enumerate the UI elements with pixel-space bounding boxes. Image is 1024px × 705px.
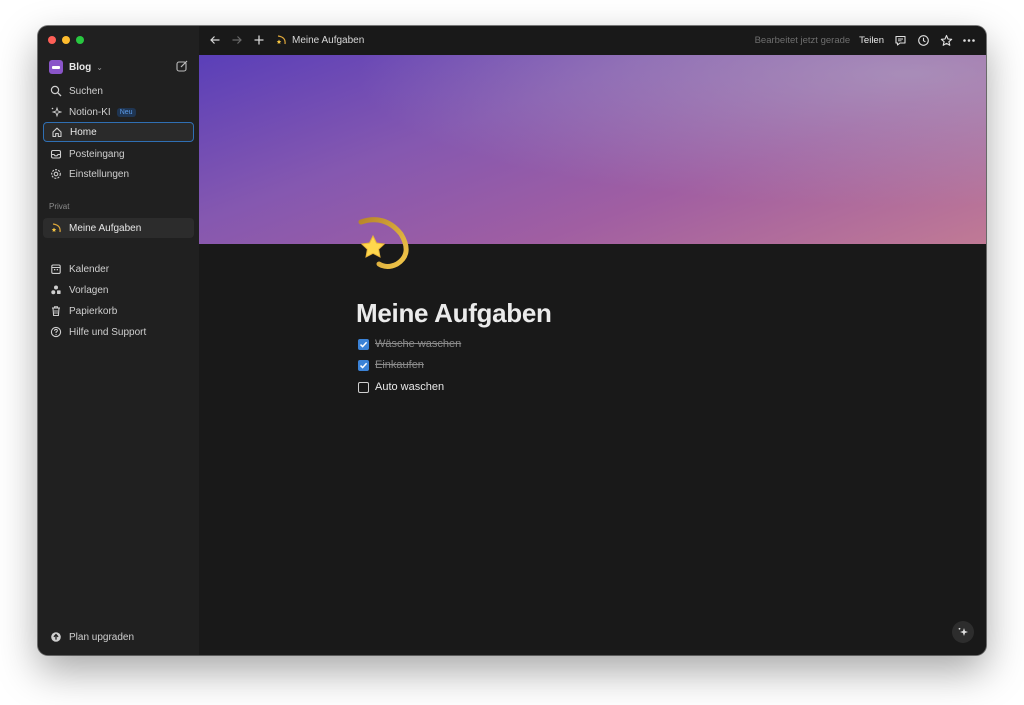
inbox-icon: [49, 147, 63, 161]
todo-text[interactable]: Einkaufen: [375, 359, 424, 371]
page-cover[interactable]: [199, 55, 986, 244]
sidebar-item-settings[interactable]: Einstellungen: [43, 164, 194, 184]
ai-assistant-button[interactable]: [952, 621, 974, 643]
section-label-private: Privat: [49, 202, 70, 211]
search-icon: [49, 84, 63, 98]
todo-item: Auto waschen: [358, 379, 444, 395]
sidebar-item-notion-ai[interactable]: Notion-KI Neu: [43, 102, 194, 122]
share-button[interactable]: Teilen: [859, 35, 884, 46]
sidebar: Blog ⌄ Suchen Notion-KI Neu Home Postein…: [38, 26, 199, 655]
sidebar-item-label: Posteingang: [69, 148, 125, 160]
sidebar-item-search[interactable]: Suchen: [43, 81, 194, 101]
trash-icon: [49, 304, 63, 318]
chevron-down-icon: ⌄: [96, 62, 103, 72]
sidebar-item-label: Papierkorb: [69, 305, 118, 317]
checkbox-checked[interactable]: [358, 338, 369, 350]
back-arrow-icon[interactable]: [208, 33, 222, 47]
todo-text[interactable]: Auto waschen: [375, 381, 444, 393]
sidebar-item-home[interactable]: Home: [43, 122, 194, 142]
templates-icon: [49, 283, 63, 297]
sidebar-item-templates[interactable]: Vorlagen: [43, 280, 194, 300]
edited-status: Bearbeitet jetzt gerade: [754, 34, 851, 46]
shooting-star-icon: [49, 221, 63, 235]
sidebar-item-help[interactable]: Hilfe und Support: [43, 322, 194, 342]
upgrade-label: Plan upgraden: [69, 631, 135, 643]
gear-icon: [49, 167, 63, 181]
help-icon: [49, 325, 63, 339]
sidebar-item-label: Kalender: [69, 263, 110, 275]
sidebar-item-label: Vorlagen: [69, 284, 109, 296]
sparkle-icon: [958, 627, 968, 636]
sparkle-icon: [49, 105, 63, 119]
workspace-name: Blog: [69, 61, 92, 73]
sidebar-item-label: Suchen: [69, 85, 103, 97]
shooting-star-icon[interactable]: [355, 214, 411, 270]
new-page-icon[interactable]: [175, 59, 189, 73]
sidebar-item-meine-aufgaben[interactable]: Meine Aufgaben: [43, 218, 194, 238]
upgrade-icon: [49, 630, 63, 644]
upgrade-plan-button[interactable]: Plan upgraden: [43, 627, 194, 647]
forward-arrow-icon[interactable]: [230, 33, 244, 47]
workspace-switcher[interactable]: Blog ⌄: [49, 59, 189, 75]
checkbox-unchecked[interactable]: [358, 381, 369, 393]
main-content: Meine Aufgaben Bearbeitet jetzt gerade T…: [199, 26, 986, 655]
app-window: Blog ⌄ Suchen Notion-KI Neu Home Postein…: [38, 26, 986, 655]
page-title[interactable]: Meine Aufgaben: [356, 298, 552, 329]
topbar: Meine Aufgaben Bearbeitet jetzt gerade T…: [199, 26, 986, 55]
sidebar-item-label: Hilfe und Support: [69, 326, 147, 338]
new-badge: Neu: [116, 107, 136, 117]
sidebar-item-label: Meine Aufgaben: [69, 222, 142, 234]
todo-item: Wäsche waschen: [358, 336, 461, 352]
history-clock-icon[interactable]: [916, 33, 930, 47]
home-icon: [50, 125, 64, 139]
breadcrumb[interactable]: Meine Aufgaben: [292, 35, 364, 46]
close-window-button[interactable]: [48, 36, 56, 44]
minimize-window-button[interactable]: [62, 36, 70, 44]
window-controls: [48, 36, 84, 44]
checkbox-checked[interactable]: [358, 359, 369, 371]
zoom-window-button[interactable]: [76, 36, 84, 44]
comments-icon[interactable]: [893, 33, 907, 47]
star-icon[interactable]: [939, 33, 953, 47]
todo-item: Einkaufen: [358, 357, 424, 373]
sidebar-item-label: Notion-KI: [69, 106, 111, 118]
workspace-icon: [49, 60, 63, 74]
breadcrumb-page-icon: [274, 33, 288, 47]
sidebar-item-label: Home: [70, 126, 97, 138]
more-options-icon[interactable]: [962, 33, 976, 47]
calendar-icon: [49, 262, 63, 276]
sidebar-item-label: Einstellungen: [69, 168, 130, 180]
sidebar-item-inbox[interactable]: Posteingang: [43, 144, 194, 164]
sidebar-item-trash[interactable]: Papierkorb: [43, 301, 194, 321]
todo-text[interactable]: Wäsche waschen: [375, 338, 461, 350]
sidebar-item-calendar[interactable]: Kalender: [43, 259, 194, 279]
plus-icon[interactable]: [252, 33, 266, 47]
